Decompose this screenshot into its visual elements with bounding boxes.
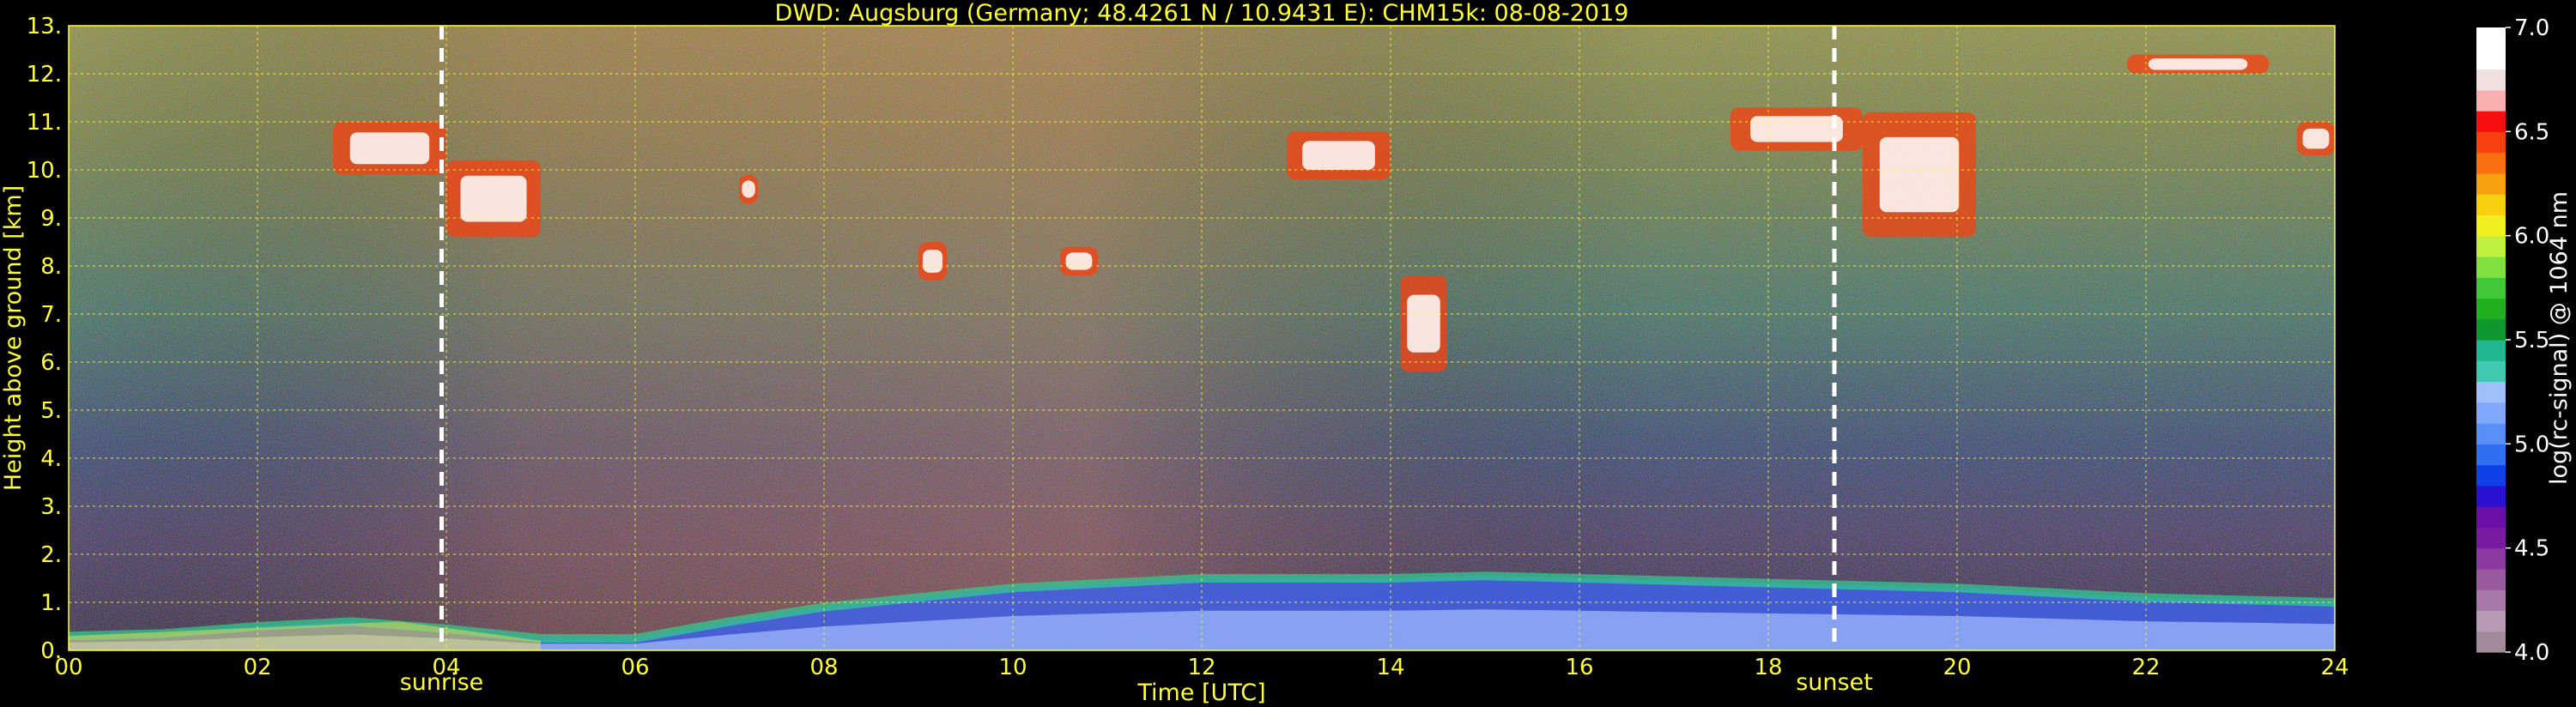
colorbar-segment [2476,277,2506,299]
colorbar-segment [2476,194,2506,215]
colorbar-segment [2476,340,2506,361]
colorbar-segment [2476,402,2506,424]
colorbar-segment [2476,381,2506,403]
y-tick-label: 4. [40,446,62,472]
colorbar-segment [2476,547,2506,570]
colorbar-segment [2476,506,2506,528]
x-tick-label: 10 [998,655,1027,680]
x-tick-label: 00 [54,655,82,680]
colorbar-tick-label: 6.0 [2514,224,2549,250]
colorbar-segment [2476,152,2506,174]
y-tick-label: 3. [40,494,62,520]
colorbar-tick-label: 6.5 [2514,119,2549,145]
colorbar-tick-label: 5.5 [2514,328,2549,354]
colorbar-tick-label: 7.0 [2514,15,2549,41]
colorbar-segment [2476,235,2506,257]
x-tick-label: 18 [1754,655,1782,680]
cloud-core [1750,116,1843,142]
colorbar-segment [2476,69,2506,91]
x-tick-label: 20 [1943,655,1971,680]
cloud-core [1879,136,1960,213]
colorbar-segment [2476,485,2506,507]
cloud-core [742,180,755,198]
y-tick-label: 7. [40,302,62,328]
colorbar-segment [2476,360,2506,383]
x-tick-label: 08 [809,655,838,680]
x-tick-label: 22 [2131,655,2160,680]
cloud-core [922,249,943,273]
lidar-chart: DWD: Augsburg (Germany; 48.4261 N / 10.9… [0,0,2573,706]
colorbar-segment [2476,172,2506,195]
y-tick-label: 8. [40,254,62,280]
colorbar-segment [2476,27,2506,49]
colorbar-tick-label: 5.0 [2514,432,2549,457]
y-tick-label: 5. [40,398,62,424]
y-tick-label: 9. [40,206,62,232]
y-tick-label: 11. [27,110,62,136]
x-tick-labels: 00 02 04 06 08 10 12 14 16 18 20 22 24 [54,655,2349,680]
colorbar-segment [2476,610,2506,632]
x-tick-label: 02 [243,655,271,680]
colorbar [2476,27,2506,653]
cloud-core [1065,252,1093,270]
cloud-core [1407,294,1440,353]
cloud-core [2148,58,2248,70]
colorbar-segment [2476,464,2506,486]
x-axis-label: Time [UTC] [1136,680,1265,706]
y-tick-label: 6. [40,350,62,376]
y-tick-label: 1. [40,590,62,616]
x-tick-label: 14 [1376,655,1404,680]
colorbar-segment [2476,111,2506,132]
colorbar-segment [2476,215,2506,237]
y-tick-label: 12. [27,62,62,88]
x-tick-label: 16 [1565,655,1593,680]
x-tick-label: 06 [621,655,649,680]
colorbar-tick-labels: 4.0 4.5 5.0 5.5 6.0 6.5 7.0 [2506,15,2549,666]
colorbar-tick-label: 4.5 [2514,536,2549,562]
colorbar-segment [2476,444,2506,466]
chart-title: DWD: Augsburg (Germany; 48.4261 N / 10.9… [775,0,1629,27]
event-label-sunset: sunset [1796,669,1873,696]
colorbar-segment [2476,48,2506,70]
colorbar-segment [2476,318,2506,341]
colorbar-segment [2476,527,2506,549]
colorbar-segment [2476,89,2506,112]
colorbar-segment [2476,589,2506,612]
colorbar-segment [2476,568,2506,590]
y-tick-labels: 0.1.2.3.4.5.6.7.8.9.10.11.12.13. [27,14,62,664]
y-axis-label: Height above ground [km] [0,185,27,491]
colorbar-tick-label: 4.0 [2514,640,2549,666]
y-tick-label: 2. [40,542,62,568]
x-tick-label: 24 [2320,655,2349,680]
y-tick-label: 10. [27,158,62,184]
y-tick-label: 13. [27,14,62,39]
colorbar-segment [2476,423,2506,444]
colorbar-label: log(rc-signal) @ 1064 nm [2546,191,2573,485]
cloud-core [1302,141,1375,170]
colorbar-segment [2476,298,2506,320]
colorbar-segment [2476,631,2506,653]
x-tick-label: 12 [1187,655,1215,680]
cloud-core [2302,128,2330,149]
colorbar-segment [2476,256,2506,278]
cloud-core [349,132,430,165]
x-tick-label: 04 [432,655,460,680]
cloud-core [460,175,527,222]
colorbar-segment [2476,131,2506,154]
